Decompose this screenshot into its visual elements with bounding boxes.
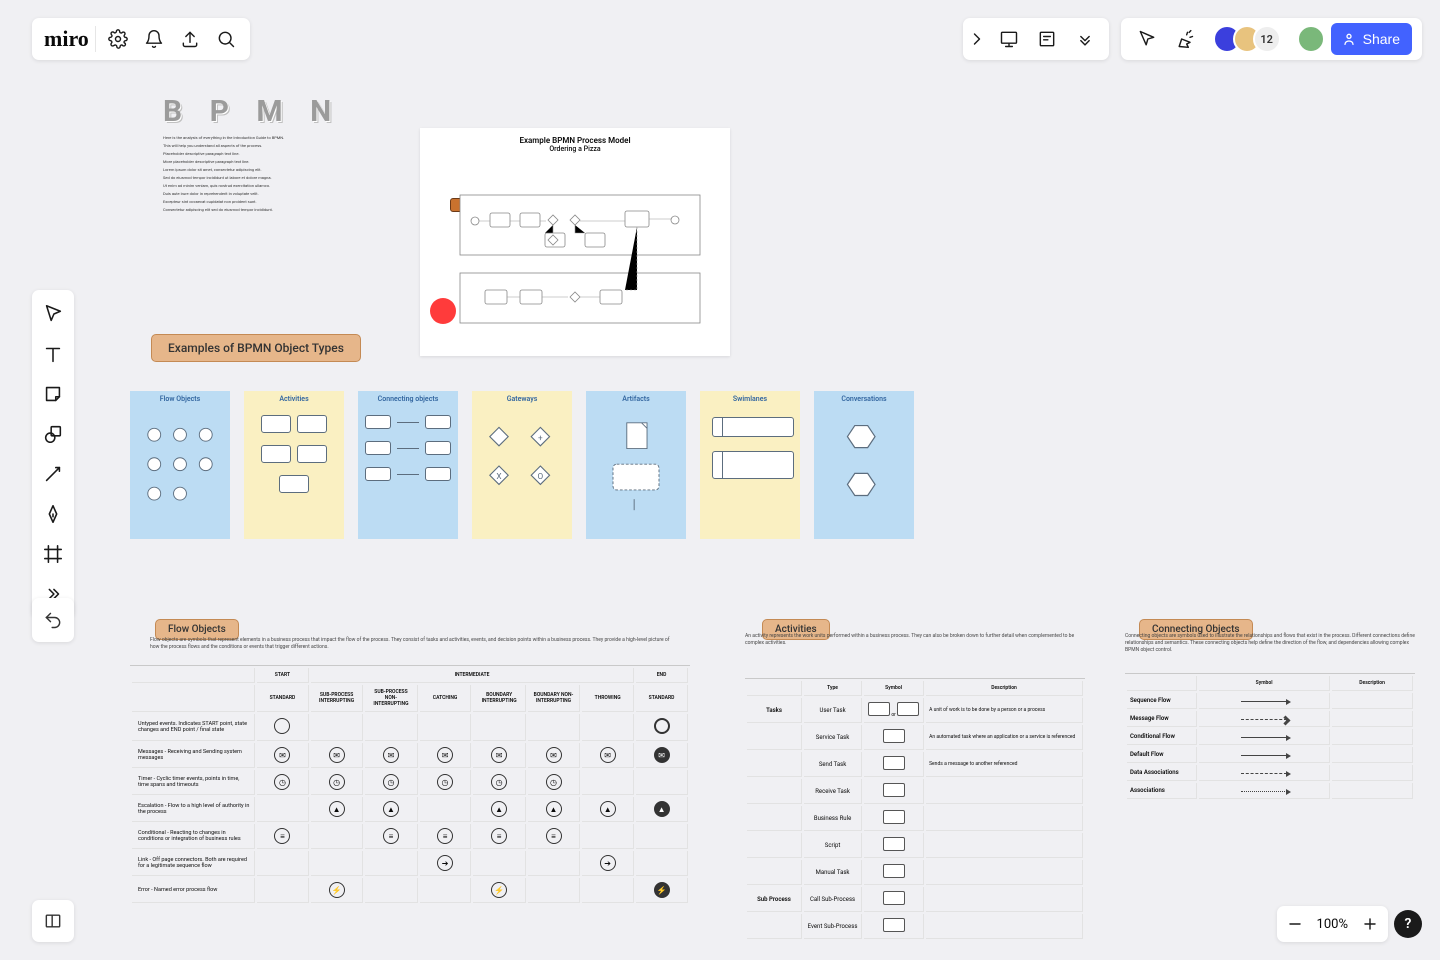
pizza-example-frame[interactable]: Example BPMN Process Model Ordering a Pi…: [420, 128, 730, 356]
pizza-title: Example BPMN Process Model: [420, 128, 730, 145]
connecting-desc: Connecting objects are symbols used to i…: [1125, 633, 1415, 654]
flow-objects-table: STARTINTERMEDIATEENDSTANDARDSUB-PROCESS …: [130, 665, 690, 905]
type-card[interactable]: Conversations: [814, 391, 914, 539]
canvas[interactable]: B P M N Here is the analysis of everythi…: [0, 0, 1440, 960]
svg-text:+: +: [538, 433, 543, 443]
flow-objects-desc: Flow objects are symbols that represent …: [150, 637, 670, 651]
type-card[interactable]: Connecting objects: [358, 391, 458, 539]
activities-table: TypeSymbolDescriptionTasksUser Task or A…: [745, 678, 1085, 941]
type-card[interactable]: GatewaysXO+: [472, 391, 572, 539]
type-card[interactable]: Activities: [244, 391, 344, 539]
type-card[interactable]: Flow Objects: [130, 391, 230, 539]
type-card[interactable]: Swimlanes: [700, 391, 800, 539]
svg-text:X: X: [496, 472, 501, 482]
bpmn-description: Here is the analysis of everything in th…: [163, 135, 298, 215]
pizza-flowchart: [420, 153, 730, 343]
type-cards-row: Flow ObjectsActivitiesConnecting objects…: [130, 391, 914, 539]
bpmn-title: B P M N: [163, 94, 341, 129]
pizza-subtitle: Ordering a Pizza: [420, 145, 730, 153]
activities-desc: An activity represents the work units pe…: [745, 633, 1075, 647]
examples-heading: Examples of BPMN Object Types: [151, 334, 361, 362]
examples-heading-container: Examples of BPMN Object Types: [151, 334, 361, 362]
svg-text:O: O: [538, 472, 544, 482]
connecting-table: SymbolDescriptionSequence FlowMessage Fl…: [1125, 673, 1415, 801]
type-card[interactable]: Artifacts: [586, 391, 686, 539]
